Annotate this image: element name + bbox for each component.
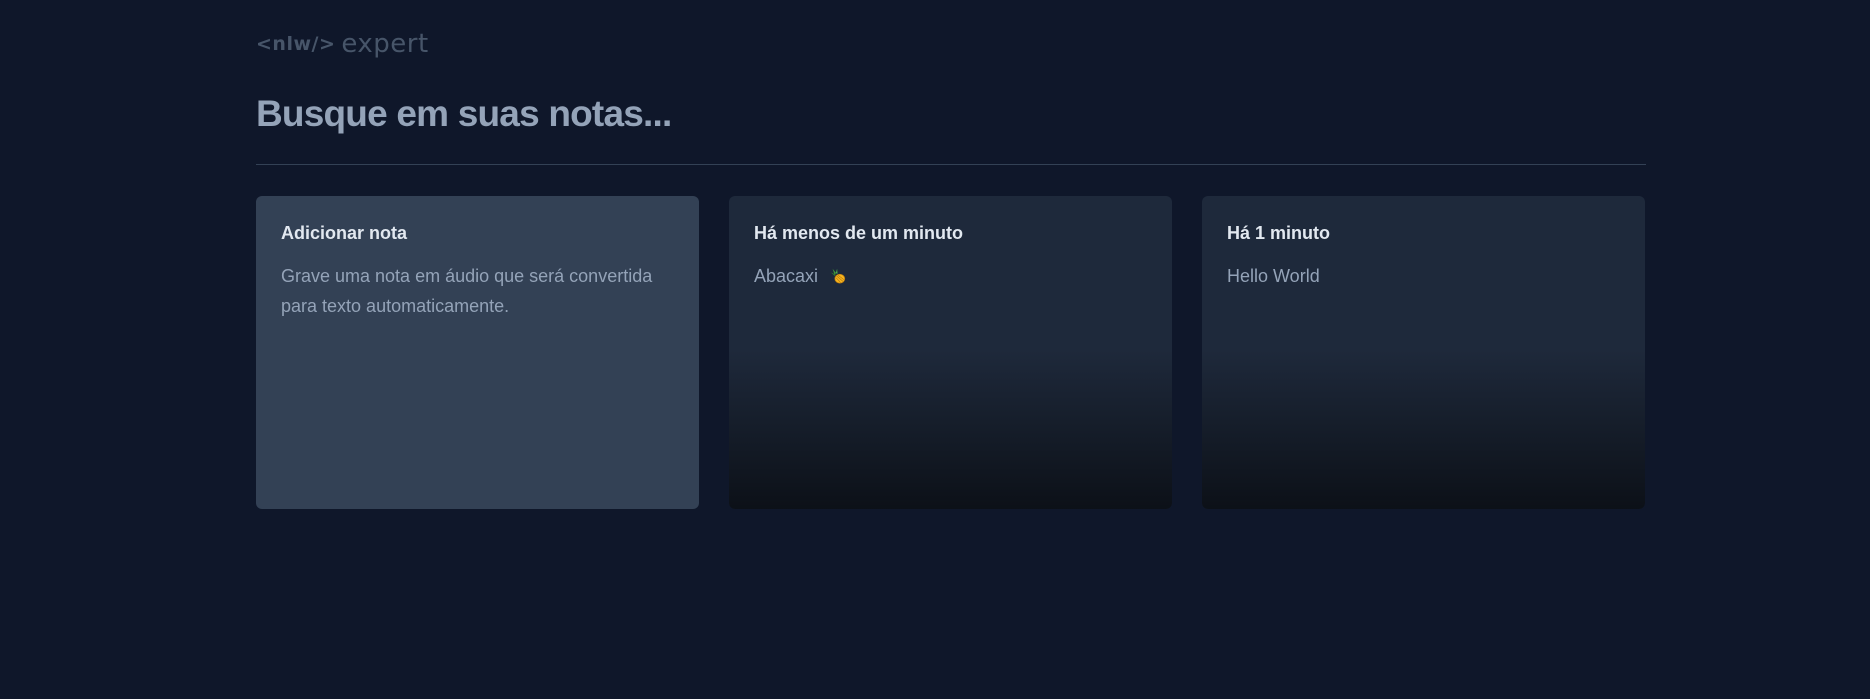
note-card[interactable]: Há 1 minuto Hello World	[1202, 196, 1645, 509]
card-fade	[1202, 349, 1645, 509]
add-note-card[interactable]: Adicionar nota Grave uma nota em áudio q…	[256, 196, 699, 509]
note-date: Há menos de um minuto	[754, 223, 964, 243]
note-date: Há 1 minuto	[1227, 223, 1331, 243]
note-content-row: Abacaxi	[754, 261, 1147, 291]
note-content: Hello World	[1227, 266, 1320, 287]
logo-expert-text: expert	[341, 29, 429, 59]
logo-code-text: <nlw/>	[256, 33, 336, 55]
card-fade	[729, 349, 1172, 509]
note-content: Abacaxi	[754, 266, 819, 287]
pineapple-icon	[830, 269, 846, 284]
note-card[interactable]: Há menos de um minuto Abacaxi	[729, 196, 1172, 509]
divider	[256, 164, 1646, 165]
search-input[interactable]	[256, 84, 1646, 144]
add-note-description: Grave uma nota em áudio que será convert…	[281, 266, 653, 317]
add-note-title: Adicionar nota	[281, 223, 408, 243]
notes-grid: Adicionar nota Grave uma nota em áudio q…	[256, 196, 1646, 509]
nlw-expert-logo: <nlw/> expert	[256, 29, 429, 59]
